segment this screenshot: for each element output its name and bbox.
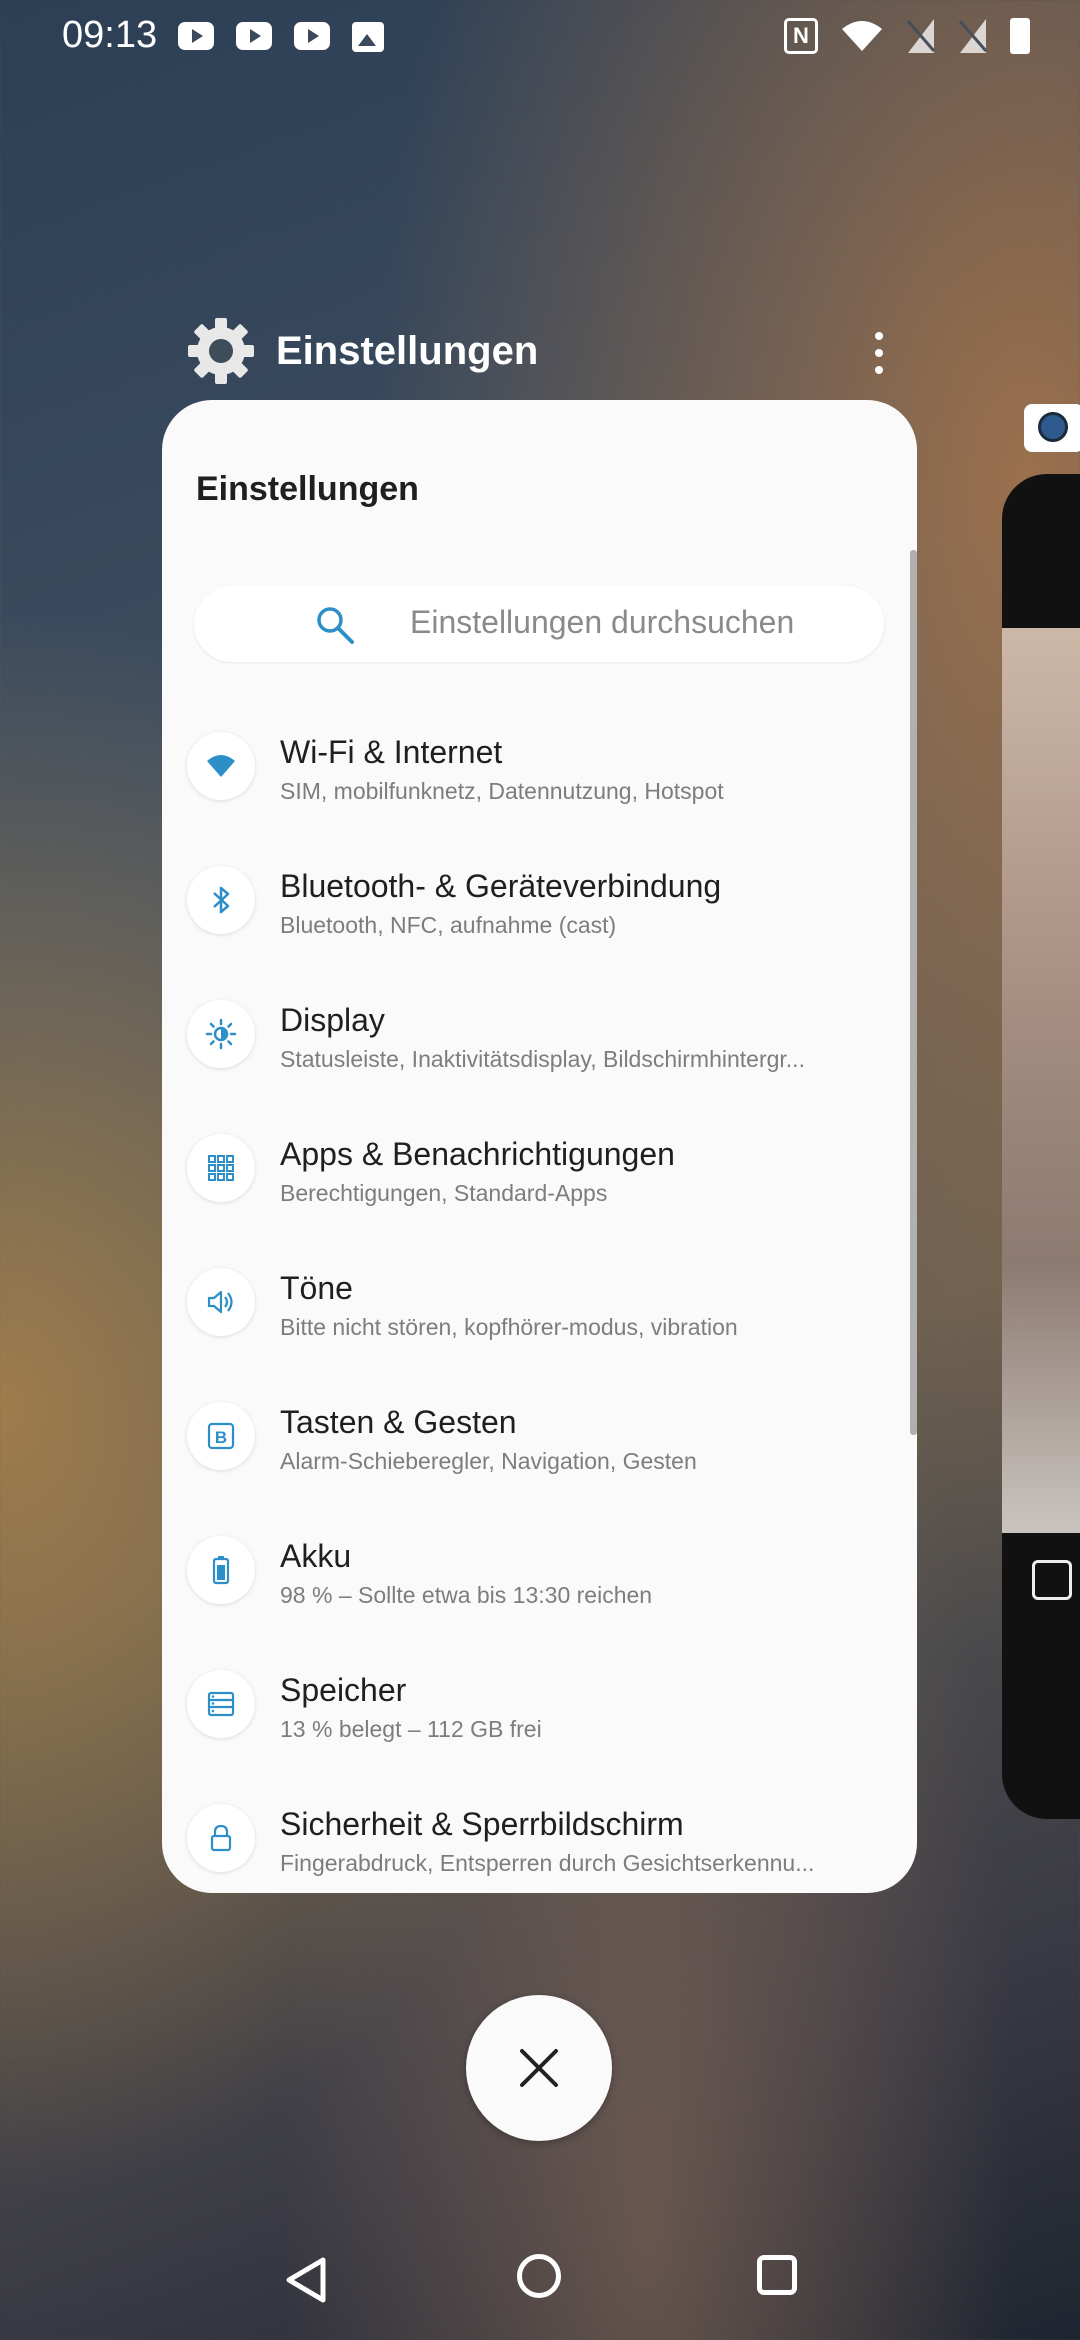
settings-item-display[interactable]: Display Statusleiste, Inaktivitätsdispla… [162,980,917,1114]
speaker-icon [187,1268,255,1336]
home-icon[interactable] [517,2254,561,2298]
recent-app-card[interactable]: Einstellungen Einstellungen durchsuchen … [162,400,917,1893]
buttons-icon: B [187,1402,255,1470]
settings-item-title: Bluetooth- & Geräteverbindung [280,868,722,904]
no-sim-icon [958,19,988,53]
settings-item-subtitle: 98 % – Sollte etwa bis 13:30 reichen [280,1582,653,1608]
svg-text:B: B [215,1428,227,1447]
settings-item-title: Speicher [280,1672,407,1708]
settings-item-title: Akku [280,1538,352,1574]
camera-app-icon[interactable] [1024,404,1080,452]
youtube-icon [178,22,214,50]
settings-item-subtitle: Bitte nicht stören, kopfhörer-modus, vib… [280,1314,738,1340]
system-status-icons: N [784,18,1030,54]
search-icon [317,607,354,644]
status-time: 09:13 [62,14,158,56]
gallery-icon [352,22,384,52]
recents-icon[interactable] [757,2255,797,2295]
settings-item-subtitle: Statusleiste, Inaktivitätsdisplay, Bilds… [280,1046,805,1072]
settings-item-subtitle: Alarm-Schieberegler, Navigation, Gesten [280,1448,697,1474]
clear-all-button[interactable] [466,1995,612,2141]
gear-icon [188,318,254,384]
settings-item-subtitle: SIM, mobilfunknetz, Datennutzung, Hotspo… [280,778,724,804]
bluetooth-icon [187,866,255,934]
settings-item-title: Display [280,1002,385,1038]
search-input[interactable]: Einstellungen durchsuchen [194,586,884,662]
nfc-icon: N [784,18,818,54]
settings-list: Wi-Fi & Internet SIM, mobilfunknetz, Dat… [162,712,917,1893]
settings-item-subtitle: Fingerabdruck, Entsperren durch Gesichts… [280,1850,815,1876]
youtube-icon [236,22,272,50]
storage-icon [187,1670,255,1738]
settings-item-apps[interactable]: Apps & Benachrichtigungen Berechtigungen… [162,1114,917,1248]
camera-mode-icon [1032,1560,1072,1600]
status-bar: 09:13 N [0,0,1080,80]
close-icon [520,2049,558,2087]
settings-item-title: Tasten & Gesten [280,1404,517,1440]
settings-item-bluetooth[interactable]: Bluetooth- & Geräteverbindung Bluetooth,… [162,846,917,980]
recent-app-header[interactable]: Einstellungen [186,318,538,384]
settings-item-title: Sicherheit & Sperrbildschirm [280,1806,684,1842]
battery-icon [187,1536,255,1604]
settings-item-title: Apps & Benachrichtigungen [280,1136,675,1172]
recent-app-title: Einstellungen [276,328,539,373]
battery-icon [1010,18,1030,54]
settings-item-buttons-gestures[interactable]: B Tasten & Gesten Alarm-Schieberegler, N… [162,1382,917,1516]
settings-item-subtitle: 13 % belegt – 112 GB frei [280,1716,542,1742]
settings-item-sounds[interactable]: Töne Bitte nicht stören, kopfhörer-modus… [162,1248,917,1382]
navigation-bar [0,2220,1080,2340]
no-sim-icon [906,19,936,53]
next-app-card[interactable] [1002,474,1080,1819]
wifi-icon [842,21,882,51]
page-title: Einstellungen [196,470,419,508]
notification-icons [178,22,384,52]
settings-item-storage[interactable]: Speicher 13 % belegt – 112 GB frei [162,1650,917,1784]
settings-item-wifi[interactable]: Wi-Fi & Internet SIM, mobilfunknetz, Dat… [162,712,917,846]
search-placeholder: Einstellungen durchsuchen [410,604,795,640]
youtube-icon [294,22,330,50]
back-icon[interactable] [283,2255,329,2305]
settings-item-subtitle: Berechtigungen, Standard-Apps [280,1180,608,1206]
camera-preview [1002,628,1080,1533]
settings-item-battery[interactable]: Akku 98 % – Sollte etwa bis 13:30 reiche… [162,1516,917,1650]
brightness-icon [187,1000,255,1068]
more-options-icon[interactable] [866,330,892,376]
settings-item-title: Wi-Fi & Internet [280,734,503,770]
settings-item-title: Töne [280,1270,353,1306]
settings-item-subtitle: Bluetooth, NFC, aufnahme (cast) [280,912,617,938]
settings-item-security[interactable]: Sicherheit & Sperrbildschirm Fingerabdru… [162,1784,917,1893]
lock-icon [187,1804,255,1872]
wifi-icon [187,732,255,800]
apps-grid-icon [187,1134,255,1202]
